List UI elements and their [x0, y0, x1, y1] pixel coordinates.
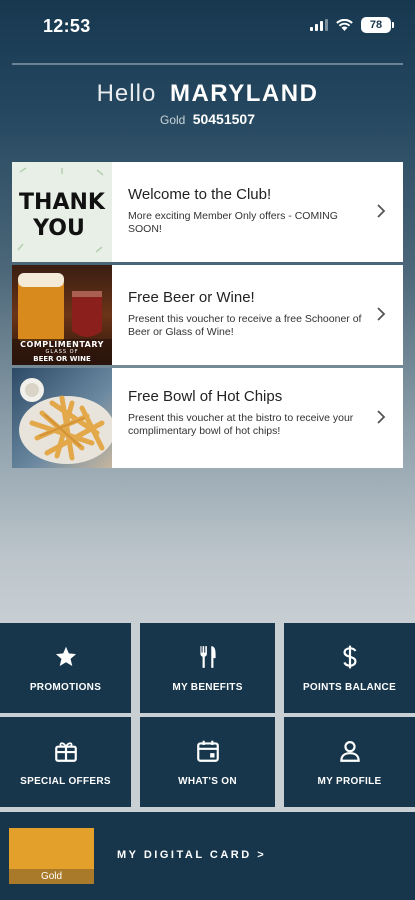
offer-text: Free Beer or Wine! Present this voucher …: [112, 265, 403, 365]
fork-knife-icon: [199, 645, 216, 668]
digital-card-bar[interactable]: Gold MY DIGITAL CARD >: [0, 812, 415, 900]
points-balance-tile[interactable]: POINTS BALANCE: [284, 623, 415, 713]
whats-on-tile[interactable]: WHAT'S ON: [140, 717, 275, 807]
status-icons: 78: [310, 17, 394, 33]
my-benefits-tile[interactable]: MY BENEFITS: [140, 623, 275, 713]
member-number: 50451507: [192, 111, 255, 127]
card-tier-label: Gold: [9, 869, 94, 884]
svg-text:THANK: THANK: [19, 190, 106, 215]
member-name: MARYLAND: [169, 80, 319, 107]
dollar-icon: [342, 645, 357, 668]
calendar-icon: [196, 740, 219, 762]
offer-card-hot-chips[interactable]: Free Bowl of Hot Chips Present this vouc…: [12, 368, 403, 468]
star-icon: [55, 646, 76, 666]
member-tier: Gold: [160, 113, 186, 127]
offers-list: THANK YOU Welcome to the Club! More exci…: [12, 162, 403, 471]
hello-line: Hello MARYLAND: [0, 80, 415, 108]
my-digital-card-link[interactable]: MY DIGITAL CARD >: [117, 849, 266, 861]
greeting: Hello MARYLAND Gold 50451507: [0, 80, 415, 127]
cellular-signal-icon: [310, 19, 328, 31]
offer-card-welcome[interactable]: THANK YOU Welcome to the Club! More exci…: [12, 162, 403, 262]
offer-title: Welcome to the Club!: [128, 186, 272, 203]
offer-description: More exciting Member Only offers - COMIN…: [128, 210, 338, 235]
chevron-right-icon: [377, 307, 386, 321]
chevron-right-icon: [377, 204, 386, 218]
special-offers-tile[interactable]: SPECIAL OFFERS: [0, 717, 131, 807]
hello-text: Hello: [96, 80, 157, 107]
offer-description: Present this voucher at the bistro to re…: [128, 412, 354, 437]
header-divider: [12, 63, 403, 65]
gift-icon: [54, 741, 77, 762]
offer-text: Welcome to the Club! More exciting Membe…: [112, 162, 403, 262]
my-profile-tile[interactable]: MY PROFILE: [284, 717, 415, 807]
wifi-icon: [336, 19, 353, 31]
thank-you-image: THANK YOU: [12, 162, 112, 262]
person-icon: [339, 740, 360, 762]
chevron-right-icon: [377, 410, 386, 424]
thank-you-graphic: THANK YOU: [17, 167, 106, 253]
status-bar: 12:53 78: [0, 0, 415, 52]
battery-icon: 78: [361, 17, 394, 33]
offer-card-beer-wine[interactable]: COMPLIMENTARY GLASS OF BEER OR WINE Free…: [12, 265, 403, 365]
beer-image-line-3: BEER OR WINE: [33, 355, 91, 363]
tile-label: POINTS BALANCE: [302, 681, 397, 693]
svg-text:YOU: YOU: [32, 216, 85, 241]
tile-label: MY BENEFITS: [172, 681, 243, 693]
beer-image-line-1: COMPLIMENTARY: [20, 340, 104, 349]
gold-card-thumbnail: Gold: [9, 828, 94, 884]
promotions-tile[interactable]: PROMOTIONS: [0, 623, 131, 713]
tile-label: SPECIAL OFFERS: [20, 775, 111, 787]
hot-chips-image: [12, 368, 112, 468]
tile-label: PROMOTIONS: [29, 681, 102, 693]
beer-wine-image: COMPLIMENTARY GLASS OF BEER OR WINE: [12, 265, 112, 365]
member-info: Gold 50451507: [0, 111, 415, 127]
tile-label: MY PROFILE: [317, 775, 382, 787]
offer-text: Free Bowl of Hot Chips Present this vouc…: [112, 368, 403, 468]
offer-title: Free Beer or Wine!: [128, 289, 255, 306]
offer-title: Free Bowl of Hot Chips: [128, 388, 283, 405]
hot-chips-graphic: [19, 378, 112, 464]
status-time: 12:53: [43, 16, 91, 36]
tile-label: WHAT'S ON: [178, 775, 237, 787]
offer-description: Present this voucher to receive a free S…: [128, 313, 362, 338]
